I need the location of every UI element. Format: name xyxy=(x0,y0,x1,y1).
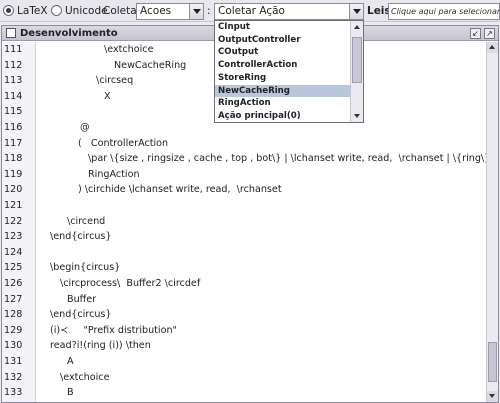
scroll-up-icon[interactable] xyxy=(487,42,498,53)
editor-vertical-scrollbar[interactable] xyxy=(486,42,498,402)
code-text: Buffer xyxy=(67,293,97,305)
collect-action-combo[interactable]: Coletar Ação xyxy=(214,3,364,20)
line-number: 130 xyxy=(4,340,23,352)
line-number: 119 xyxy=(4,168,23,180)
line-number: 113 xyxy=(4,75,23,87)
code-text: A xyxy=(67,356,74,367)
separator-colon: : xyxy=(207,5,211,17)
code-text: B xyxy=(67,387,74,399)
line-number: 131 xyxy=(4,356,23,367)
line-number: 121 xyxy=(4,200,23,211)
code-line[interactable]: 125 \begin{circus} xyxy=(2,260,486,275)
restore-icon[interactable]: ↙ xyxy=(470,28,481,39)
line-number: 125 xyxy=(4,262,23,274)
toolbar: LaTeX Unicode Coletar Acoes : Coletar Aç… xyxy=(0,0,500,22)
collect-action-combo-value: Coletar Ação xyxy=(218,5,285,17)
code-line[interactable]: 121 xyxy=(2,198,486,213)
code-text: \extchoice xyxy=(60,371,110,383)
actions-combo[interactable]: Acoes xyxy=(136,3,204,20)
laws-select-field[interactable]: Clique aqui para selecionar a b xyxy=(388,3,500,20)
code-line[interactable]: 129 (i)≺ "Prefix distribution" xyxy=(2,323,486,338)
code-line[interactable]: 132 \extchoice xyxy=(2,370,486,385)
line-number: 129 xyxy=(4,324,23,336)
code-text: \circprocess\ Buffer2 \circdef xyxy=(60,278,201,289)
line-number: 115 xyxy=(4,106,23,118)
code-line[interactable]: 124 xyxy=(2,245,486,260)
line-number: 114 xyxy=(4,90,23,102)
dropdown-scrollbar[interactable] xyxy=(350,21,363,122)
line-number: 133 xyxy=(4,387,23,399)
code-text: read?i!(ring (i)) \then xyxy=(50,340,151,352)
code-line[interactable]: 133 B xyxy=(2,385,486,400)
dropdown-option[interactable]: RingAction xyxy=(215,97,350,110)
unicode-label: Unicode xyxy=(65,5,108,17)
code-text: X xyxy=(104,90,111,102)
code-line[interactable]: 127 Buffer xyxy=(2,292,486,307)
code-line[interactable]: 118 \par \{size , ringsize , cache , top … xyxy=(2,151,486,166)
line-number: 123 xyxy=(4,231,23,243)
code-text: NewCacheRing xyxy=(114,59,187,71)
line-number: 112 xyxy=(4,59,23,71)
latex-label: LaTeX xyxy=(17,5,48,17)
maximize-icon[interactable]: ↗ xyxy=(484,28,495,39)
code-text: (i)≺ "Prefix distribution" xyxy=(50,324,177,336)
dropdown-option[interactable]: ControllerAction xyxy=(215,59,350,72)
code-line[interactable]: 123 \end{circus} xyxy=(2,229,486,244)
unicode-radio[interactable] xyxy=(51,5,62,16)
line-number: 126 xyxy=(4,278,23,289)
window-icon xyxy=(6,28,16,38)
dropdown-option[interactable]: Ação principal(0) xyxy=(215,110,350,123)
chevron-down-icon[interactable] xyxy=(349,4,363,19)
dropdown-option[interactable]: StoreRing xyxy=(215,72,350,85)
line-number: 116 xyxy=(4,122,23,133)
code-text: \end{circus} xyxy=(50,309,112,321)
dropdown-scrollbar-thumb[interactable] xyxy=(352,37,362,83)
scroll-down-icon[interactable] xyxy=(351,110,363,122)
scrollbar-thumb[interactable] xyxy=(488,342,497,382)
code-line[interactable]: 122 \circend xyxy=(2,214,486,229)
code-text: \extchoice xyxy=(104,44,154,55)
window-title: Desenvolvimento xyxy=(20,28,118,39)
code-text: \circend xyxy=(67,215,106,227)
chevron-down-icon[interactable] xyxy=(189,4,203,19)
dropdown-option[interactable]: NewCacheRing xyxy=(215,84,350,98)
code-text: ( ControllerAction xyxy=(78,137,169,149)
code-line[interactable]: 126 \circprocess\ Buffer2 \circdef xyxy=(2,276,486,291)
code-line[interactable]: 117 ( ControllerAction xyxy=(2,136,486,151)
code-line[interactable]: 130 read?i!(ring (i)) \then xyxy=(2,338,486,353)
scroll-up-icon[interactable] xyxy=(351,21,363,33)
dropdown-option[interactable]: OutputController xyxy=(215,34,350,47)
collect-action-dropdown-list: CInput OutputController COutput ControllerA… xyxy=(214,20,364,123)
code-line[interactable]: 128 \end{circus} xyxy=(2,307,486,322)
line-number: 111 xyxy=(4,44,23,55)
code-line[interactable]: 131 A xyxy=(2,354,486,369)
code-text: ) \circhide \lchanset write, read, \rcha… xyxy=(78,184,282,196)
line-number: 120 xyxy=(4,184,23,196)
code-text: \end{circus} xyxy=(50,231,112,243)
line-number: 132 xyxy=(4,371,23,383)
dropdown-option[interactable]: COutput xyxy=(215,46,350,59)
line-number: 117 xyxy=(4,137,23,149)
line-number: 128 xyxy=(4,309,23,321)
line-number: 122 xyxy=(4,215,23,227)
code-line[interactable]: 120 ) \circhide \lchanset write, read, \r… xyxy=(2,182,486,197)
dropdown-option[interactable]: CInput xyxy=(215,21,350,34)
code-text: \circseq xyxy=(96,75,134,87)
line-number: 127 xyxy=(4,293,23,305)
latex-radio[interactable] xyxy=(3,5,14,16)
code-text: \par \{size , ringsize , cache , top , b… xyxy=(88,153,486,165)
code-text: @ xyxy=(80,122,90,133)
actions-combo-value: Acoes xyxy=(140,5,172,17)
code-text: \begin{circus} xyxy=(50,262,121,274)
code-line[interactable]: 119 RingAction xyxy=(2,167,486,182)
line-number: 124 xyxy=(4,246,23,258)
line-number: 118 xyxy=(4,153,23,165)
scroll-down-icon[interactable] xyxy=(487,391,498,402)
code-text: RingAction xyxy=(88,168,140,180)
